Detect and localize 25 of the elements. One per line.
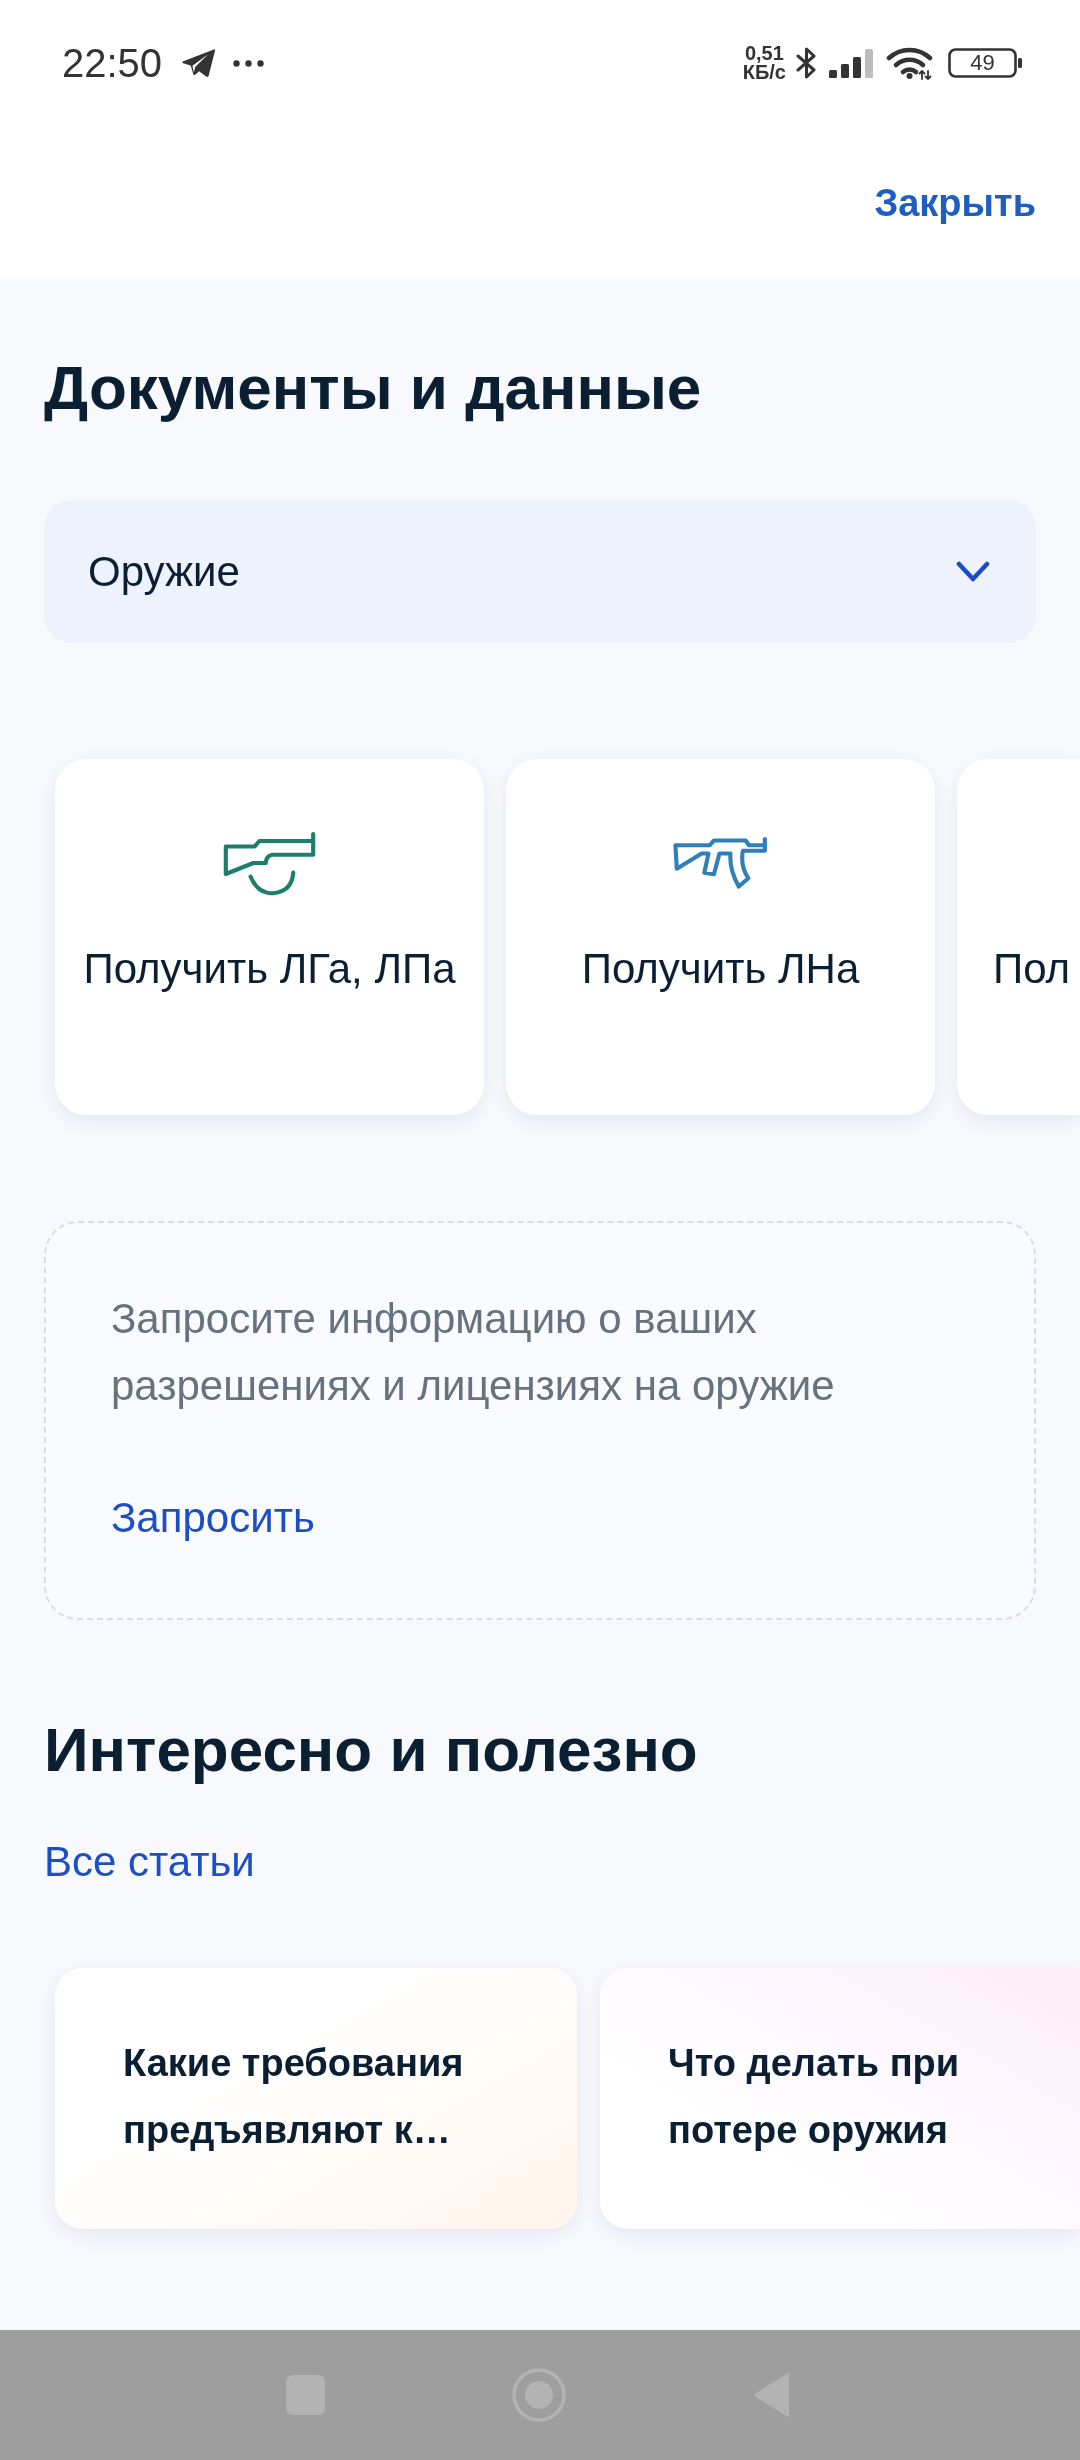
page-title: Документы и данные	[44, 352, 703, 424]
shotgun-icon	[221, 829, 318, 898]
article-card[interactable]: Что делать при потере оружия	[600, 1968, 1080, 2229]
rifle-icon	[672, 836, 769, 891]
info-text: Запросите информацию о ваших разрешениях и лицензиях на оружие	[111, 1294, 836, 1411]
chevron-down-icon	[956, 560, 990, 583]
battery-percent: 49	[970, 51, 995, 75]
signal-icon	[829, 48, 874, 78]
all-articles-link[interactable]: Все статьи	[44, 1837, 255, 1887]
bluetooth-icon	[796, 47, 818, 79]
request-link[interactable]: Запросить	[111, 1493, 315, 1543]
status-time: 22:50	[62, 40, 163, 86]
service-tile[interactable]: Получить ЛГа, ЛПа	[55, 759, 484, 1115]
category-select[interactable]: Оружие	[44, 500, 1036, 643]
battery-icon	[948, 48, 1022, 78]
service-tile[interactable]: Пол	[957, 759, 1080, 1115]
paper-plane-icon	[182, 48, 216, 78]
more-dots-icon	[233, 59, 265, 67]
section-title: Интересно и полезно	[44, 1714, 699, 1786]
article-card[interactable]: Какие требования предъявляют к…	[55, 1968, 577, 2229]
close-button[interactable]: Закрыть	[874, 174, 1036, 231]
network-speed: 0,51	[744, 44, 784, 63]
wifi-icon	[886, 46, 933, 80]
speed-unit: КБ/с	[742, 63, 786, 82]
service-tile[interactable]: Получить ЛНа	[506, 759, 935, 1115]
